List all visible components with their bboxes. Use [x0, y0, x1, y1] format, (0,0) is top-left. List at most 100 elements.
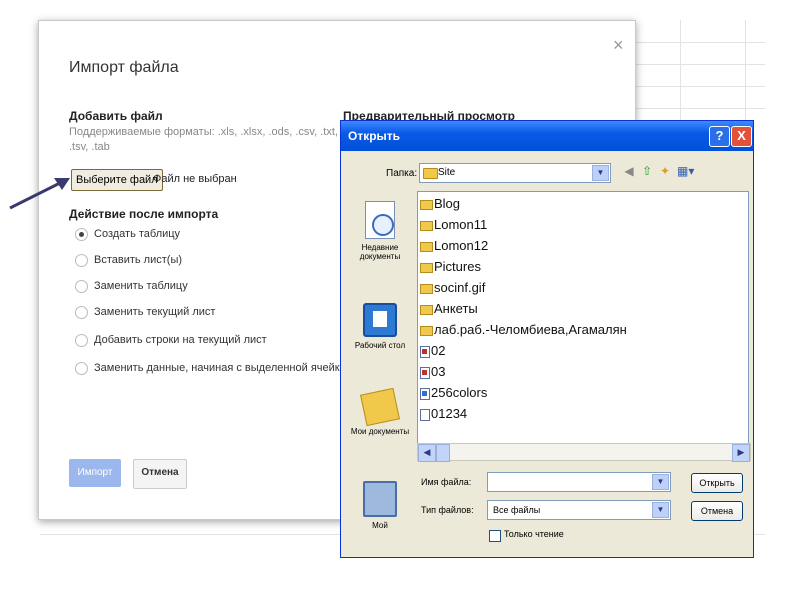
recent-documents-icon: [365, 201, 395, 239]
add-file-heading: Добавить файл: [69, 109, 163, 123]
filetype-value: Все файлы: [493, 505, 541, 515]
file-name: Lomon12: [434, 238, 489, 253]
radio-button[interactable]: [75, 279, 88, 293]
file-name: Pictures: [434, 259, 481, 274]
radio-label: Вставить лист(ы): [94, 254, 183, 266]
document-file-icon: [420, 408, 430, 421]
list-item[interactable]: 02: [420, 341, 445, 361]
list-item[interactable]: Анкеты: [420, 299, 478, 319]
close-button[interactable]: X: [731, 126, 752, 147]
file-name: 02: [431, 343, 446, 358]
presentation-file-icon: [420, 345, 430, 358]
radio-create-table[interactable]: Создать таблицу: [75, 227, 180, 243]
list-item[interactable]: 01234: [420, 404, 467, 424]
place-desktop[interactable]: Рабочий стол: [349, 303, 411, 350]
places-bar: Недавние документы Рабочий стол Мои доку…: [349, 191, 411, 557]
view-menu-icon[interactable]: ▦▾: [677, 163, 694, 179]
radio-replace-table[interactable]: Заменить таблицу: [75, 279, 188, 295]
open-file-dialog: Открыть ? X Папка: Site ▼ ◀ ⇧ ✦ ▦▾ Недав…: [340, 120, 754, 558]
place-label: Рабочий стол: [354, 341, 406, 350]
folder-label: Папка:: [386, 168, 418, 179]
choose-file-button[interactable]: Выберите файл: [71, 169, 163, 191]
place-label: Недавние документы: [359, 243, 401, 261]
supported-formats-text: Поддерживаемые форматы: .xls, .xlsx, .od…: [69, 126, 338, 153]
file-name: 03: [431, 364, 446, 379]
radio-replace-current-sheet[interactable]: Заменить текущий лист: [75, 305, 215, 321]
place-my-computer[interactable]: Мой: [349, 481, 411, 530]
folder-icon: [420, 325, 433, 336]
my-computer-icon: [363, 481, 397, 517]
file-name: 01234: [431, 406, 468, 421]
list-item[interactable]: 256colors: [420, 383, 487, 403]
file-list[interactable]: Blog Lomon11 Lomon12 Pictures socinf.gif…: [417, 191, 749, 445]
help-button[interactable]: ?: [709, 126, 730, 147]
no-file-chosen-text: Файл не выбран: [153, 173, 237, 185]
place-recent-documents[interactable]: Недавние документы: [349, 201, 411, 261]
radio-append-rows[interactable]: Добавить строки на текущий лист: [75, 333, 267, 349]
desktop-icon: [363, 303, 397, 337]
radio-label: Добавить строки на текущий лист: [94, 334, 267, 346]
place-my-documents[interactable]: Мои документы: [349, 387, 411, 436]
scroll-thumb[interactable]: [436, 444, 450, 462]
file-name: 256colors: [431, 385, 488, 400]
file-name: Анкеты: [434, 301, 478, 316]
radio-button[interactable]: [75, 305, 88, 319]
radio-label: Заменить данные, начиная с выделенной яч…: [94, 362, 346, 374]
list-item[interactable]: 03: [420, 362, 445, 382]
folder-icon: [420, 262, 433, 273]
filetype-dropdown[interactable]: Все файлы ▼: [487, 500, 671, 520]
pointer-arrow-icon: [9, 178, 70, 210]
radio-button[interactable]: [75, 361, 88, 375]
after-import-heading: Действие после импорта: [69, 207, 219, 221]
scroll-left-icon[interactable]: ◀: [418, 444, 436, 462]
import-button[interactable]: Импорт: [69, 459, 121, 487]
radio-button[interactable]: [75, 333, 88, 347]
open-button[interactable]: Открыть: [691, 473, 743, 493]
radio-button-selected[interactable]: [75, 227, 88, 241]
readonly-checkbox[interactable]: [489, 530, 501, 542]
list-item[interactable]: лаб.раб.-Челомбиева,Агамалян: [420, 320, 627, 340]
folder-icon: [420, 199, 433, 210]
list-item[interactable]: Pictures: [420, 257, 481, 277]
file-name: лаб.раб.-Челомбиева,Агамалян: [434, 322, 627, 337]
cancel-button[interactable]: Отмена: [691, 501, 743, 521]
presentation-file-icon: [420, 366, 430, 379]
dialog-title: Импорт файла: [69, 59, 179, 76]
radio-replace-from-selection[interactable]: Заменить данные, начиная с выделенной яч…: [75, 361, 346, 377]
filename-label: Имя файла:: [421, 477, 472, 487]
list-item[interactable]: socinf.gif: [420, 278, 485, 298]
file-name: Lomon11: [434, 217, 488, 232]
list-item[interactable]: Lomon12: [420, 236, 488, 256]
back-icon[interactable]: ◀: [621, 163, 637, 179]
scroll-right-icon[interactable]: ▶: [732, 444, 750, 462]
place-label: Мои документы: [350, 427, 410, 436]
list-item[interactable]: Lomon11: [420, 215, 487, 235]
chevron-down-icon[interactable]: ▼: [652, 474, 669, 490]
folder-icon: [420, 304, 433, 315]
radio-label: Заменить таблицу: [94, 280, 188, 292]
dialog-titlebar[interactable]: Открыть ? X: [341, 121, 753, 151]
readonly-label: Только чтение: [504, 529, 564, 539]
folder-icon: [423, 168, 438, 179]
image-file-icon: [420, 387, 430, 400]
list-item[interactable]: Blog: [420, 194, 460, 214]
folder-value: Site: [438, 167, 456, 178]
cancel-button[interactable]: Отмена: [133, 459, 187, 489]
close-icon[interactable]: ×: [613, 35, 624, 56]
radio-button[interactable]: [75, 253, 88, 267]
folder-icon: [420, 220, 433, 231]
chevron-down-icon[interactable]: ▼: [592, 165, 609, 181]
file-name: Blog: [434, 196, 461, 211]
file-name: socinf.gif: [434, 280, 486, 295]
place-label: Мой: [372, 521, 388, 530]
chevron-down-icon[interactable]: ▼: [652, 502, 669, 518]
folder-icon: [420, 241, 433, 252]
filename-input[interactable]: ▼: [487, 472, 671, 492]
up-folder-icon[interactable]: ⇧: [639, 163, 655, 179]
horizontal-scrollbar[interactable]: ◀ ▶: [417, 443, 751, 462]
new-folder-icon[interactable]: ✦: [657, 163, 673, 179]
radio-insert-sheets[interactable]: Вставить лист(ы): [75, 253, 182, 269]
radio-label: Заменить текущий лист: [94, 306, 216, 318]
folder-dropdown[interactable]: Site ▼: [419, 163, 611, 183]
dialog-title: Открыть: [348, 129, 401, 143]
